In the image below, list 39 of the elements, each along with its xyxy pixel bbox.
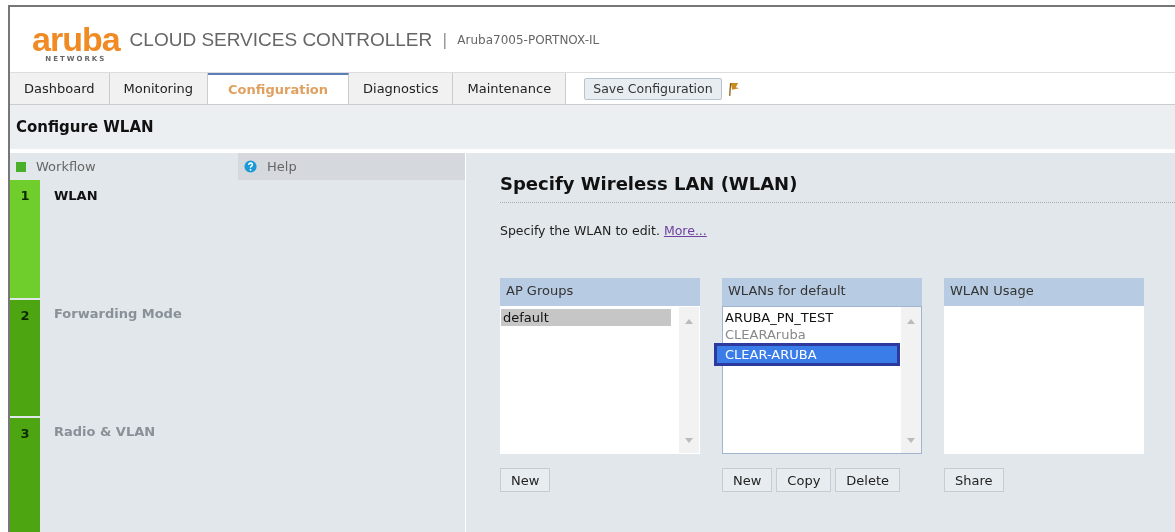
step-label[interactable]: WLAN	[40, 180, 112, 211]
intro-text: Specify the WLAN to edit. More...	[500, 223, 708, 238]
list-box[interactable]: default	[500, 306, 700, 454]
list-header: WLANs for default	[722, 278, 922, 306]
flag-icon	[727, 80, 740, 97]
step-number: 2	[10, 298, 40, 416]
step-number: 3	[10, 416, 40, 532]
scroll-up-icon[interactable]	[685, 319, 693, 324]
list-action-button[interactable]: Copy	[776, 468, 832, 492]
nav-tab[interactable]: Diagnostics	[349, 73, 454, 104]
help-icon	[244, 160, 257, 173]
nav-tab[interactable]: Dashboard	[10, 73, 110, 104]
nav-tab[interactable]: Monitoring	[109, 73, 209, 104]
list-item[interactable]: CLEAR-ARUBA	[717, 346, 897, 363]
more-link[interactable]: More...	[663, 223, 707, 238]
step-number: 1	[10, 180, 40, 298]
help-tab[interactable]: Help	[238, 153, 465, 180]
workflow-tab[interactable]: Workflow	[10, 153, 238, 180]
list-action-button[interactable]: Delete	[835, 468, 901, 492]
scroll-down-icon[interactable]	[685, 438, 693, 443]
separator: |	[442, 30, 448, 49]
list-box[interactable]	[944, 306, 1144, 454]
list-action-button[interactable]: Share	[944, 468, 1004, 492]
list-header: WLAN Usage	[944, 278, 1144, 306]
list-action-button[interactable]: New	[722, 468, 773, 492]
list-item[interactable]: ARUBA_PN_TEST	[723, 309, 901, 326]
scrollbar[interactable]	[901, 307, 921, 453]
scroll-down-icon[interactable]	[907, 438, 915, 443]
nav-tab[interactable]: Maintenance	[453, 73, 567, 104]
scrollbar[interactable]	[679, 307, 699, 453]
scroll-up-icon[interactable]	[907, 319, 915, 324]
page-title: Configure WLAN	[16, 118, 154, 136]
list-header: AP Groups	[500, 278, 700, 306]
save-configuration-button[interactable]: Save Configuration	[584, 77, 722, 100]
section-title: Specify Wireless LAN (WLAN)	[500, 173, 1175, 203]
list-action-button[interactable]: New	[500, 468, 551, 492]
product-title: CLOUD SERVICES CONTROLLER	[129, 28, 433, 51]
device-name: Aruba7005-PORTNOX-IL	[457, 32, 600, 47]
list-item[interactable]: default	[501, 309, 671, 326]
